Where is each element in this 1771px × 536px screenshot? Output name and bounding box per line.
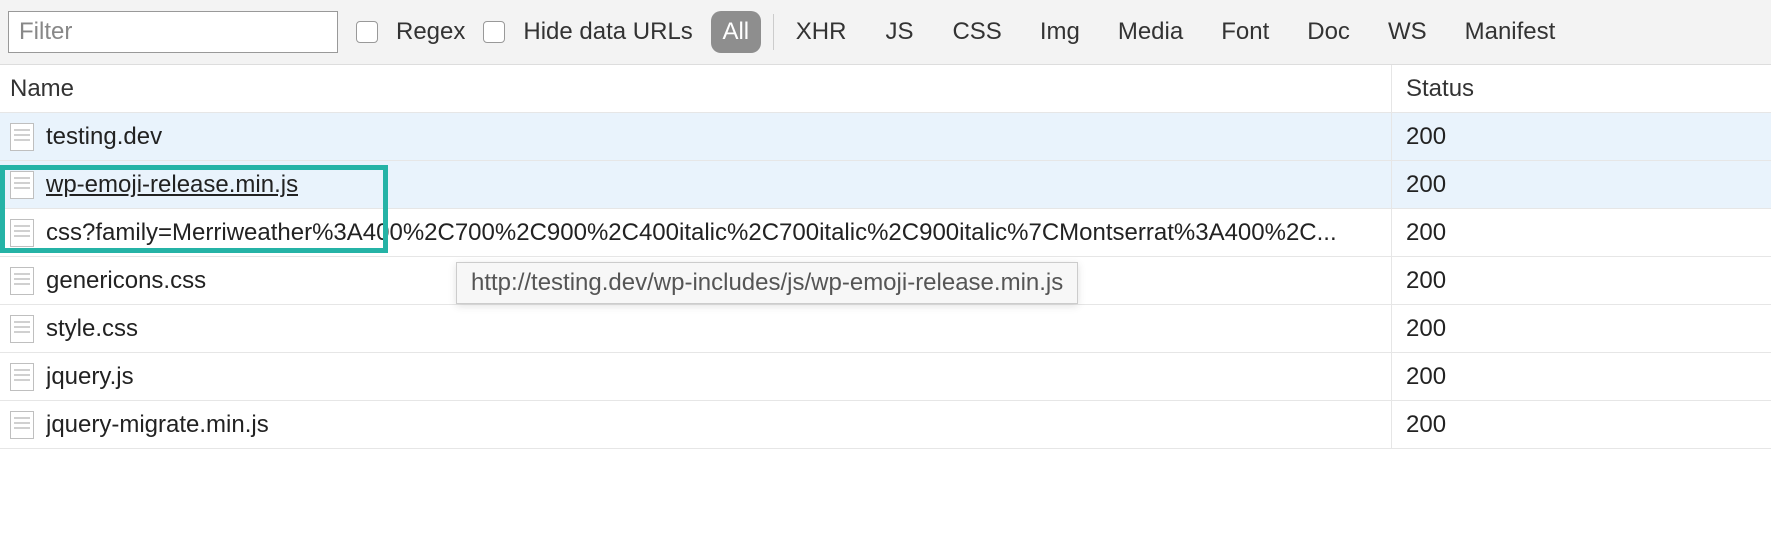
filter-type-media[interactable]: Media [1108, 11, 1193, 53]
table-header: Name Status [0, 65, 1771, 113]
file-icon [10, 411, 34, 439]
divider [773, 14, 774, 50]
filter-input[interactable] [8, 11, 338, 53]
table-row[interactable]: testing.dev 200 [0, 113, 1771, 161]
request-status: 200 [1392, 305, 1771, 352]
request-name: genericons.css [46, 267, 206, 295]
request-name: jquery.js [46, 363, 134, 391]
table-row[interactable]: css?family=Merriweather%3A400%2C700%2C90… [0, 209, 1771, 257]
request-name: css?family=Merriweather%3A400%2C700%2C90… [46, 219, 1337, 247]
request-status: 200 [1392, 161, 1771, 208]
request-name: wp-emoji-release.min.js [46, 171, 298, 199]
request-name: style.css [46, 315, 138, 343]
filter-type-all[interactable]: All [711, 11, 761, 53]
regex-checkbox[interactable] [356, 21, 378, 43]
request-name: testing.dev [46, 123, 162, 151]
hide-data-urls-label: Hide data URLs [523, 18, 692, 46]
network-table: Name Status testing.dev 200 wp-emoji-rel… [0, 65, 1771, 449]
file-icon [10, 123, 34, 151]
table-row[interactable]: jquery.js 200 [0, 353, 1771, 401]
table-row[interactable]: wp-emoji-release.min.js 200 [0, 161, 1771, 209]
table-row[interactable]: style.css 200 [0, 305, 1771, 353]
filter-type-xhr[interactable]: XHR [786, 11, 857, 53]
file-icon [10, 219, 34, 247]
filter-type-ws[interactable]: WS [1378, 11, 1437, 53]
file-icon [10, 315, 34, 343]
tooltip-text: http://testing.dev/wp-includes/js/wp-emo… [471, 269, 1063, 296]
filter-type-js[interactable]: JS [874, 11, 924, 53]
request-status: 200 [1392, 353, 1771, 400]
request-name: jquery-migrate.min.js [46, 411, 269, 439]
url-tooltip: http://testing.dev/wp-includes/js/wp-emo… [456, 262, 1078, 304]
file-icon [10, 171, 34, 199]
filter-toolbar: Regex Hide data URLs All XHR JS CSS Img … [0, 0, 1771, 65]
filter-type-css[interactable]: CSS [942, 11, 1011, 53]
filter-type-img[interactable]: Img [1030, 11, 1090, 53]
filter-type-doc[interactable]: Doc [1297, 11, 1360, 53]
request-status: 200 [1392, 209, 1771, 256]
filter-type-manifest[interactable]: Manifest [1455, 11, 1566, 53]
request-status: 200 [1392, 257, 1771, 304]
request-status: 200 [1392, 113, 1771, 160]
filter-type-font[interactable]: Font [1211, 11, 1279, 53]
file-icon [10, 267, 34, 295]
header-name[interactable]: Name [0, 65, 1392, 112]
header-status[interactable]: Status [1392, 65, 1771, 112]
hide-data-urls-checkbox[interactable] [483, 21, 505, 43]
regex-label: Regex [396, 18, 465, 46]
table-row[interactable]: jquery-migrate.min.js 200 [0, 401, 1771, 449]
request-status: 200 [1392, 401, 1771, 448]
file-icon [10, 363, 34, 391]
